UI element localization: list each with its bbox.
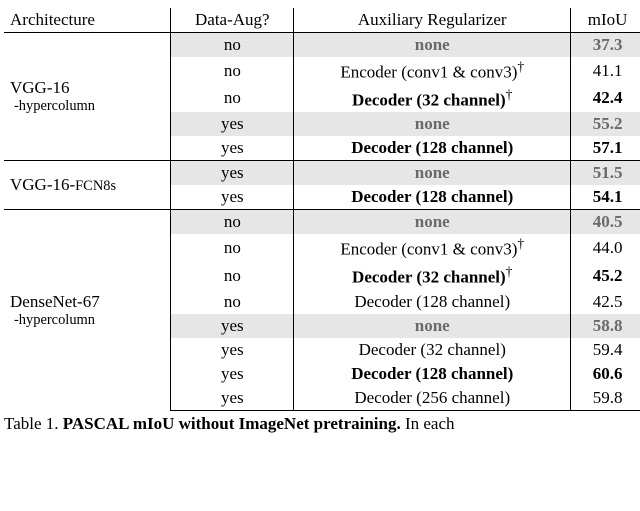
miou-cell: 60.6 — [571, 362, 640, 386]
arch-main: DenseNet-67 — [10, 292, 164, 312]
reg-cell: none — [294, 161, 571, 186]
miou-cell: 59.4 — [571, 338, 640, 362]
reg-cell: Decoder (128 channel) — [294, 362, 571, 386]
arch-main: VGG-16 — [10, 78, 164, 98]
dagger-icon: † — [517, 236, 524, 251]
caption-prefix: Table 1. — [4, 414, 59, 433]
miou-cell: 51.5 — [571, 161, 640, 186]
aug-cell: yes — [171, 362, 294, 386]
miou-cell: 59.8 — [571, 386, 640, 411]
col-header-miou: mIoU — [571, 8, 640, 33]
col-header-reg: Auxiliary Regularizer — [294, 8, 571, 33]
dagger-icon: † — [506, 87, 513, 102]
arch-sub: -hypercolumn — [10, 312, 164, 329]
results-table: Architecture Data-Aug? Auxiliary Regular… — [4, 8, 640, 411]
reg-cell: Decoder (32 channel) — [294, 338, 571, 362]
miou-cell: 42.5 — [571, 290, 640, 314]
col-header-arch: Architecture — [4, 8, 171, 33]
aug-cell: yes — [171, 338, 294, 362]
reg-cell: Decoder (32 channel)† — [294, 262, 571, 290]
arch-cell: DenseNet-67-hypercolumn — [4, 210, 171, 410]
table-header-row: Architecture Data-Aug? Auxiliary Regular… — [4, 8, 640, 33]
arch-sub: -hypercolumn — [10, 98, 164, 115]
table-row: VGG-16-hypercolumnnonone37.3 — [4, 33, 640, 58]
reg-cell: Encoder (conv1 & conv3)† — [294, 234, 571, 262]
aug-cell: no — [171, 210, 294, 235]
aug-cell: no — [171, 234, 294, 262]
aug-cell: no — [171, 85, 294, 113]
reg-cell: none — [294, 314, 571, 338]
miou-cell: 41.1 — [571, 57, 640, 85]
aug-cell: yes — [171, 314, 294, 338]
table-caption: Table 1. PASCAL mIoU without ImageNet pr… — [4, 414, 640, 434]
miou-cell: 44.0 — [571, 234, 640, 262]
reg-cell: Decoder (128 channel) — [294, 290, 571, 314]
miou-cell: 40.5 — [571, 210, 640, 235]
arch-main: VGG-16- — [10, 175, 75, 194]
caption-title: PASCAL mIoU without ImageNet pretraining… — [63, 414, 401, 433]
table-row: DenseNet-67-hypercolumnnonone40.5 — [4, 210, 640, 235]
caption-suffix: In each — [405, 414, 455, 433]
aug-cell: yes — [171, 136, 294, 161]
aug-cell: yes — [171, 112, 294, 136]
reg-cell: Decoder (128 channel) — [294, 185, 571, 210]
aug-cell: no — [171, 57, 294, 85]
aug-cell: yes — [171, 386, 294, 411]
reg-cell: none — [294, 33, 571, 58]
arch-cell: VGG-16-FCN8s — [4, 161, 171, 210]
reg-cell: Decoder (32 channel)† — [294, 85, 571, 113]
aug-cell: yes — [171, 161, 294, 186]
aug-cell: yes — [171, 185, 294, 210]
reg-cell: none — [294, 210, 571, 235]
miou-cell: 37.3 — [571, 33, 640, 58]
aug-cell: no — [171, 262, 294, 290]
miou-cell: 54.1 — [571, 185, 640, 210]
reg-cell: Decoder (128 channel) — [294, 136, 571, 161]
miou-cell: 42.4 — [571, 85, 640, 113]
reg-cell: Decoder (256 channel) — [294, 386, 571, 411]
miou-cell: 55.2 — [571, 112, 640, 136]
miou-cell: 58.8 — [571, 314, 640, 338]
miou-cell: 57.1 — [571, 136, 640, 161]
col-header-aug: Data-Aug? — [171, 8, 294, 33]
aug-cell: no — [171, 290, 294, 314]
arch-sub: FCN8s — [75, 178, 116, 194]
reg-cell: Encoder (conv1 & conv3)† — [294, 57, 571, 85]
miou-cell: 45.2 — [571, 262, 640, 290]
reg-cell: none — [294, 112, 571, 136]
table-row: VGG-16-FCN8syesnone51.5 — [4, 161, 640, 186]
dagger-icon: † — [517, 59, 524, 74]
dagger-icon: † — [506, 264, 513, 279]
table-body: VGG-16-hypercolumnnonone37.3noEncoder (c… — [4, 33, 640, 411]
arch-cell: VGG-16-hypercolumn — [4, 33, 171, 161]
aug-cell: no — [171, 33, 294, 58]
